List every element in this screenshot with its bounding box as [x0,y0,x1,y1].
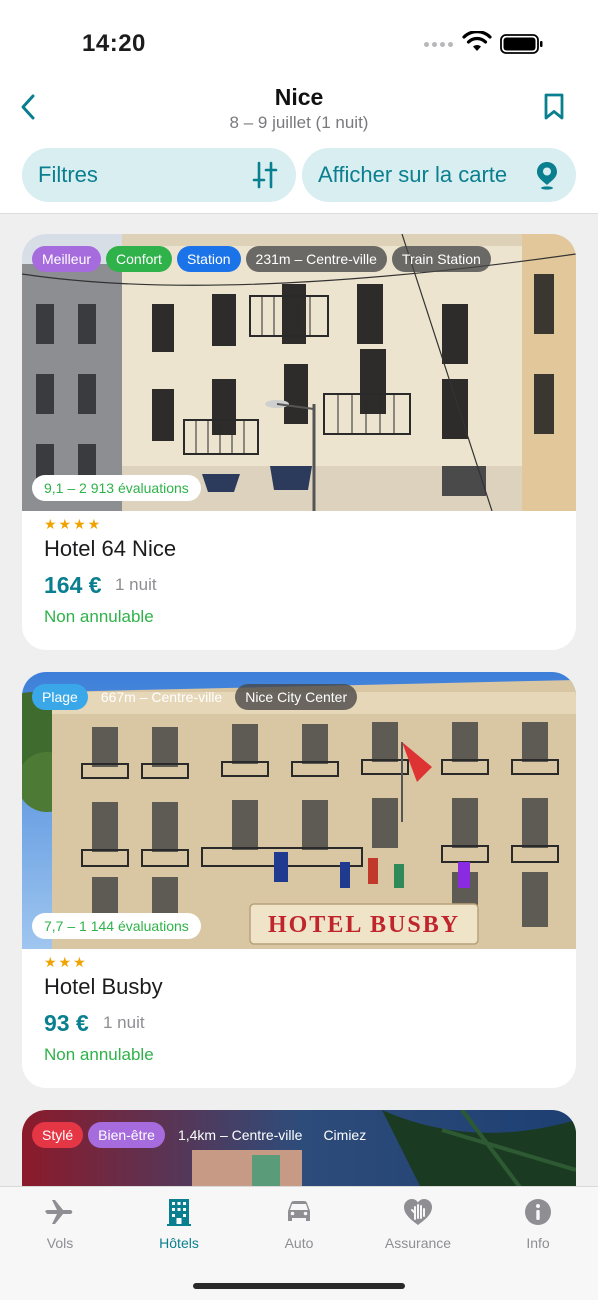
plane-icon [45,1200,73,1224]
tag-list: Meilleur Confort Station 231m – Centre-v… [32,246,491,272]
hotel-photo-image [22,234,576,511]
rating-badge: 7,7 – 1 144 évaluations [32,913,201,939]
tab-label: Vols [46,1235,74,1251]
show-map-button[interactable]: Afficher sur la carte [302,148,576,202]
nav-header: Nice 8 – 9 juillet (1 nuit) Filtres Affi… [0,80,598,214]
star-rating: ★★★ [44,954,88,970]
tag: Stylé [32,1122,84,1148]
show-map-label: Afficher sur la carte [318,162,508,187]
tab-label: Auto [284,1235,314,1251]
tag: Bien-être [88,1122,165,1148]
cancellation-policy: Non annulable [44,607,154,626]
hotel-name: Hotel 64 Nice [44,536,177,561]
hotel-photo[interactable]: Meilleur Confort Station 231m – Centre-v… [22,234,576,511]
status-bar: 14:20 [0,0,598,80]
tab-vols[interactable]: Vols [10,1197,110,1251]
tab-auto[interactable]: Auto [249,1197,349,1251]
filters-button[interactable]: Filtres [22,148,296,202]
tag: Cimiez [323,1127,367,1143]
home-indicator[interactable] [193,1283,405,1289]
nights: 1 nuit [115,575,157,594]
date-range: 8 – 9 juillet (1 nuit) [229,113,369,132]
tab-hotels[interactable]: Hôtels [129,1197,229,1251]
car-icon [288,1201,310,1221]
tag: Station [176,246,241,272]
sliders-icon [252,161,278,189]
tag-list: Plage 667m – Centre-ville Nice City Cent… [32,684,358,710]
tag: Nice City Center [235,684,358,710]
tag: Meilleur [32,246,102,272]
tag-list: Stylé Bien-être 1,4km – Centre-ville Cim… [32,1122,374,1148]
tab-label: Hôtels [159,1235,199,1251]
tag: Plage [32,684,88,710]
price: 93 € [44,1010,89,1036]
building-icon [167,1199,191,1226]
rating-badge: 9,1 – 2 913 évaluations [32,475,201,501]
tag: 667m – Centre-ville [100,689,223,705]
hotel-sign: HOTEL BUSBY [268,912,460,938]
battery-icon [500,34,543,54]
hotel-card[interactable]: Meilleur Confort Station 231m – Centre-v… [22,234,576,650]
wifi-icon [462,31,492,51]
hotel-photo-image: HOTEL BUSBY [22,672,576,949]
hotel-photo[interactable]: HOTEL BUSBY Plage 667m – Centre-ville Ni… [22,672,576,949]
nights: 1 nuit [103,1013,145,1032]
tag: Train Station [391,246,491,272]
tag: 231m – Centre-ville [245,246,387,272]
bookmark-icon[interactable] [540,92,568,122]
map-pin-icon [537,162,557,190]
tab-bar: Vols Hôtels Auto Assurance Info [0,1186,598,1300]
cancellation-policy: Non annulable [44,1045,154,1064]
heart-hand-icon [404,1199,432,1225]
tab-label: Assurance [384,1235,452,1251]
filters-label: Filtres [38,162,98,187]
tab-info[interactable]: Info [488,1197,588,1251]
hotel-name: Hotel Busby [44,974,163,999]
price: 164 € [44,572,102,598]
tab-label: Info [526,1235,550,1251]
hotel-card[interactable]: HOTEL BUSBY Plage 667m – Centre-ville Ni… [22,672,576,1088]
signal-icon [424,42,453,47]
status-time: 14:20 [82,30,146,57]
tag: Confort [106,246,172,272]
info-icon [525,1199,551,1225]
star-rating: ★★★★ [44,516,103,532]
tab-assurance[interactable]: Assurance [368,1197,468,1251]
tag: 1,4km – Centre-ville [177,1127,303,1143]
page-title: Nice [274,84,324,110]
